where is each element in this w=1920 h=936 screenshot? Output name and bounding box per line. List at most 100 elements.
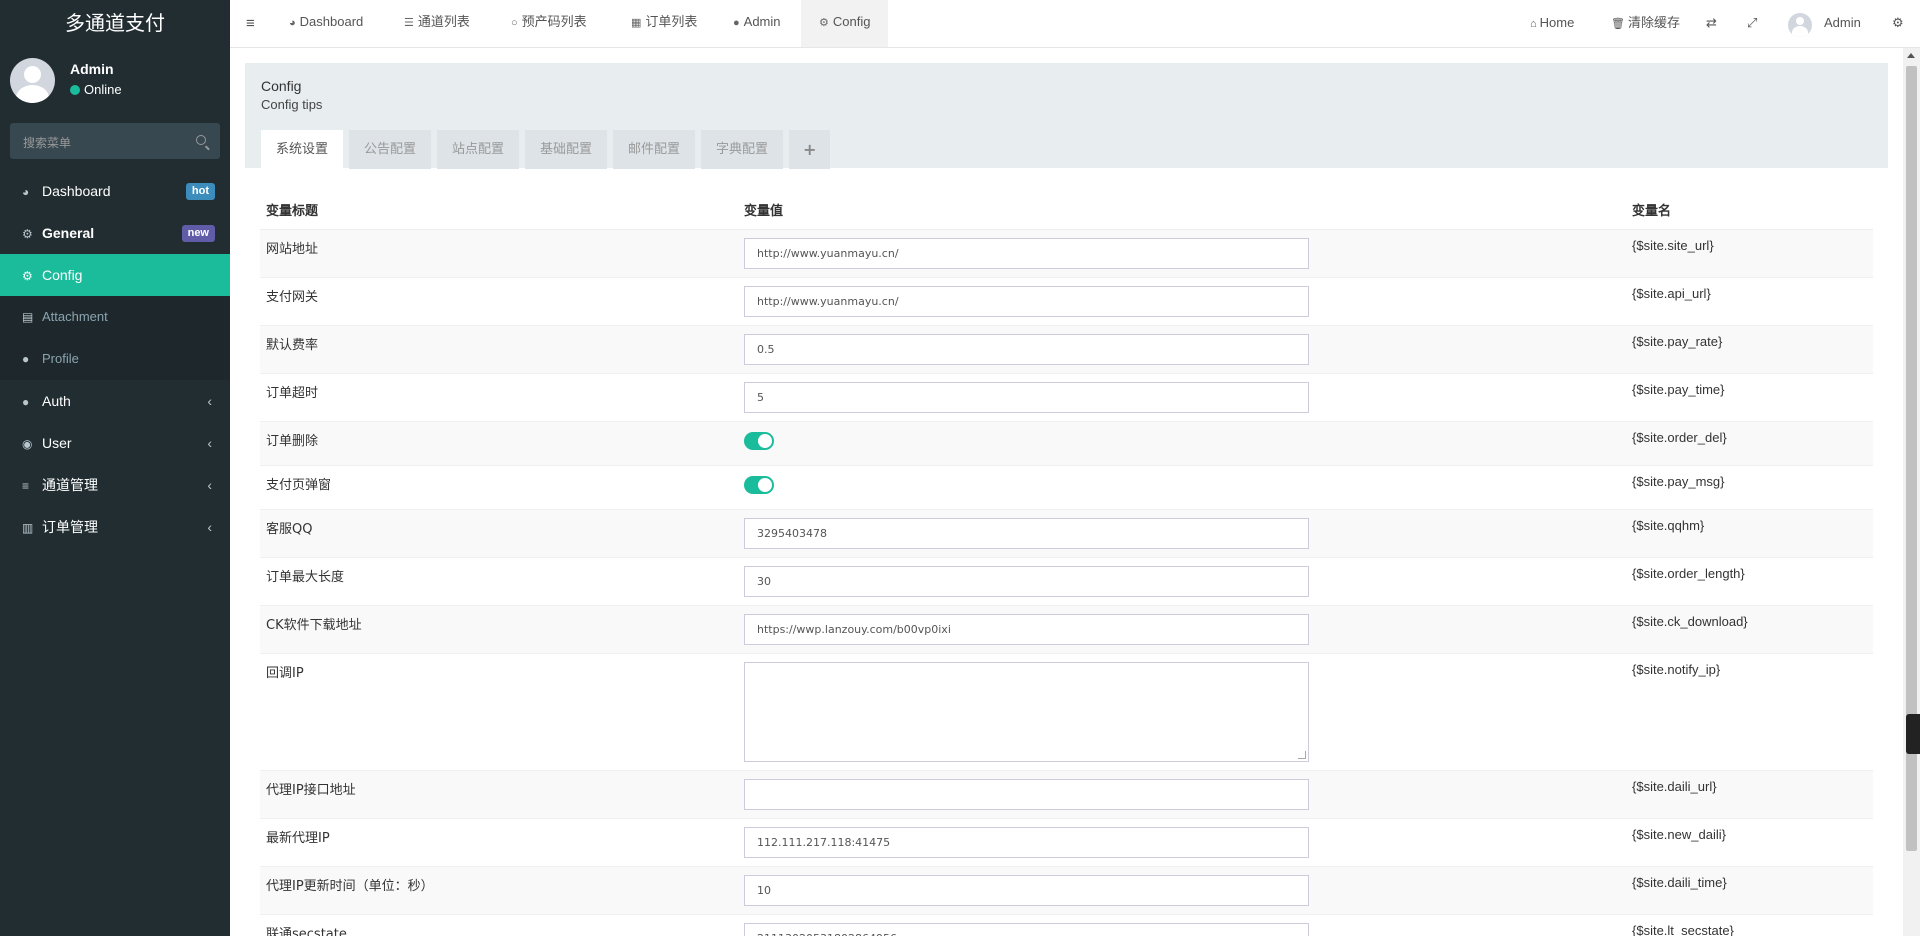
dashboard-icon: ◕: [289, 17, 296, 29]
table-row: 支付页弹窗 {$site.pay_msg}: [260, 464, 1873, 509]
table-row: 网站地址 http://www.yuanmayu.cn/ {$site.site…: [260, 228, 1873, 277]
sidebar: 多通道支付 Admin Online 搜索菜单 ◕ Dashboard hot ⚙ G…: [0, 0, 230, 936]
daili-url-input[interactable]: [744, 778, 1309, 810]
config-table: 变量标题 变量值 变量名 网站地址 http://www.yuanmayu.cn…: [260, 190, 1873, 936]
tab-mail-config[interactable]: 邮件配置: [613, 130, 696, 169]
row-label: 订单删除: [260, 420, 738, 465]
row-key: {$site.order_length}: [1626, 556, 1873, 605]
hot-badge: hot: [185, 183, 215, 200]
list-icon: ☰: [404, 17, 414, 29]
sidebar-item-channel-manage[interactable]: ≡ 通道管理 ‹: [0, 464, 230, 506]
language-icon[interactable]: ⇄: [1706, 0, 1717, 47]
main-content: Config Config tips 系统设置 公告配置 站点配置 基础配置 邮…: [230, 48, 1903, 936]
tab-system-settings[interactable]: 系统设置: [261, 130, 344, 169]
row-label: 代理IP更新时间（单位：秒）: [260, 865, 738, 914]
cog-icon: ⚙: [22, 269, 33, 283]
row-label: 订单最大长度: [260, 556, 738, 605]
user-status: Online: [70, 82, 122, 97]
row-label: 客服QQ: [260, 508, 738, 557]
tab-precode-list[interactable]: ○ 预产码列表: [493, 0, 605, 47]
tab-order-list[interactable]: ▦ 订单列表: [613, 0, 715, 47]
app-logo[interactable]: 多通道支付: [0, 0, 230, 48]
sidebar-item-user[interactable]: ◉ User ‹: [0, 422, 230, 464]
scroll-up-icon[interactable]: [1907, 53, 1915, 58]
lt-secstate-input[interactable]: 21113020531802864956: [744, 922, 1309, 936]
sidebar-search[interactable]: 搜索菜单: [10, 123, 220, 159]
row-key: {$site.pay_time}: [1626, 372, 1873, 421]
panel-heading: Config Config tips 系统设置 公告配置 站点配置 基础配置 邮…: [245, 63, 1888, 169]
sidebar-item-attachment[interactable]: ▤ Attachment: [0, 296, 230, 338]
user-panel: Admin Online: [0, 48, 230, 116]
search-icon[interactable]: [196, 135, 206, 145]
header-user-name[interactable]: Admin: [1824, 0, 1861, 47]
tab-basic-config[interactable]: 基础配置: [525, 130, 608, 169]
row-label: 支付网关: [260, 276, 738, 325]
row-label: 代理IP接口地址: [260, 769, 738, 818]
api-url-input[interactable]: http://www.yuanmayu.cn/: [744, 285, 1309, 317]
table-row: 最新代理IP 112.111.217.118:41475 {$site.new_…: [260, 817, 1873, 866]
sidebar-item-config[interactable]: ⚙ Config: [0, 254, 230, 296]
site-url-input[interactable]: http://www.yuanmayu.cn/: [744, 237, 1309, 269]
new-daili-input[interactable]: 112.111.217.118:41475: [744, 826, 1309, 858]
user-name: Admin: [70, 61, 114, 77]
online-dot-icon: [70, 85, 80, 95]
side-tool-handle[interactable]: [1906, 714, 1920, 754]
tab-config[interactable]: ⚙ Config: [801, 0, 889, 47]
new-badge: new: [181, 225, 215, 242]
sidebar-item-dashboard[interactable]: ◕ Dashboard hot: [0, 170, 230, 212]
table-row: 回调IP {$site.notify_ip}: [260, 652, 1873, 770]
order-length-input[interactable]: 30: [744, 565, 1309, 597]
circle-icon: ○: [511, 17, 518, 29]
menu-toggle-icon[interactable]: ≡: [246, 15, 255, 32]
row-label: 最新代理IP: [260, 817, 738, 866]
home-icon: ⌂: [1530, 18, 1537, 30]
header-avatar[interactable]: [1788, 13, 1812, 37]
sidebar-item-auth[interactable]: ● Auth ‹: [0, 380, 230, 422]
search-input[interactable]: 搜索菜单: [23, 134, 71, 151]
row-label: 回调IP: [260, 652, 738, 770]
pay-time-input[interactable]: 5: [744, 381, 1309, 413]
add-tab-button[interactable]: +: [789, 130, 831, 169]
page-scrollbar[interactable]: [1903, 48, 1920, 936]
row-key: {$site.pay_rate}: [1626, 324, 1873, 373]
top-header: ≡ ◕ Dashboard ☰ 通道列表 ○ 预产码列表 ▦ 订单列表 ● Admin ⚙…: [230, 0, 1920, 48]
row-label: 默认费率: [260, 324, 738, 373]
row-key: {$site.ck_download}: [1626, 604, 1873, 653]
list-icon: ≡: [22, 479, 30, 493]
config-panel: Config Config tips 系统设置 公告配置 站点配置 基础配置 邮…: [245, 63, 1888, 936]
control-sidebar-cogs-icon[interactable]: ⚙: [1892, 0, 1904, 47]
pay-rate-input[interactable]: 0.5: [744, 333, 1309, 365]
home-link[interactable]: ⌂ Home: [1530, 0, 1574, 47]
table-row: 订单删除 {$site.order_del}: [260, 420, 1873, 465]
fullscreen-icon[interactable]: ⤢: [1747, 0, 1757, 47]
column-header-value: 变量值: [738, 190, 1626, 230]
sidebar-item-order-manage[interactable]: ▥ 订单管理 ‹: [0, 506, 230, 548]
sidebar-menu: ◕ Dashboard hot ⚙ General new ⚙ Config ▤ Attac…: [0, 170, 230, 548]
qq-input[interactable]: 3295403478: [744, 517, 1309, 549]
row-key: {$site.order_del}: [1626, 420, 1873, 465]
cogs-icon: ⚙: [22, 227, 33, 241]
table-row: 客服QQ 3295403478 {$site.qqhm}: [260, 508, 1873, 557]
tab-dashboard[interactable]: ◕ Dashboard: [271, 0, 381, 47]
sidebar-item-profile[interactable]: ● Profile: [0, 338, 230, 380]
row-label: 网站地址: [260, 228, 738, 277]
tab-site-config[interactable]: 站点配置: [437, 130, 520, 169]
pay-msg-toggle[interactable]: [744, 475, 774, 494]
ck-download-input[interactable]: https://wwp.lanzouy.com/b00vp0ixi: [744, 613, 1309, 645]
sidebar-item-general[interactable]: ⚙ General new: [0, 212, 230, 254]
row-key: {$site.pay_msg}: [1626, 464, 1873, 509]
order-del-toggle[interactable]: [744, 431, 774, 450]
tab-notice-config[interactable]: 公告配置: [349, 130, 432, 169]
trash-icon: 🗑: [1611, 18, 1625, 30]
daili-time-input[interactable]: 10: [744, 874, 1309, 906]
tab-admin[interactable]: ● Admin: [715, 0, 799, 47]
row-key: {$site.daili_url}: [1626, 769, 1873, 818]
chevron-left-icon: ‹: [207, 435, 212, 451]
user-icon: ●: [733, 17, 740, 29]
tab-dict-config[interactable]: 字典配置: [701, 130, 784, 169]
column-header-title: 变量标题: [260, 190, 738, 230]
tab-channel-list[interactable]: ☰ 通道列表: [386, 0, 488, 47]
table-row: 订单最大长度 30 {$site.order_length}: [260, 556, 1873, 605]
notify-ip-textarea[interactable]: [744, 661, 1309, 762]
clear-cache-button[interactable]: 🗑 清除缓存: [1611, 0, 1680, 47]
